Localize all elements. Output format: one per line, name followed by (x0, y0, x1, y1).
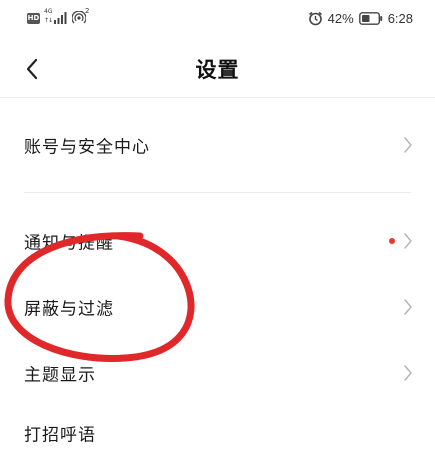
title-bar: 设置 (0, 40, 435, 98)
title-divider (0, 97, 435, 98)
status-bar-right: 42% 6:28 (308, 9, 413, 27)
data-arrows: ↑↓ (44, 17, 53, 24)
unread-dot (389, 238, 395, 244)
group-divider (24, 192, 411, 193)
battery-icon (358, 11, 382, 25)
menu-item-label: 账号与安全中心 (24, 137, 150, 158)
page-title: 设置 (195, 58, 240, 82)
chevron-right-icon (404, 365, 412, 381)
chevron-right-icon (404, 233, 412, 249)
clock: 6:28 (387, 10, 413, 26)
menu-item-theme[interactable]: 主题显示 (0, 343, 435, 403)
chevron-right-icon (404, 137, 412, 153)
status-bar-left: HD 4G ↑↓ 2 (27, 7, 90, 26)
menu-item-label: 打招呼语 (24, 425, 96, 446)
menu-item-block-filter[interactable]: 屏蔽与过滤 (0, 277, 435, 337)
menu-item-account-security[interactable]: 账号与安全中心 (0, 115, 435, 175)
network-indicator: 4G ↑↓ (44, 8, 68, 26)
menu-item-label: 通知与提醒 (24, 233, 114, 254)
menu-item-label: 主题显示 (24, 365, 96, 386)
alarm-icon (308, 11, 322, 25)
hotspot-icon: 2 (71, 7, 90, 26)
menu-item-notifications[interactable]: 通知与提醒 (0, 211, 435, 271)
hd-badge: HD (27, 12, 40, 24)
network-type-label: 4G (44, 8, 53, 15)
hotspot-count: 2 (85, 7, 90, 15)
status-bar: HD 4G ↑↓ 2 42% 6:28 (0, 0, 435, 36)
menu-item-label: 屏蔽与过滤 (24, 299, 114, 320)
chevron-right-icon (404, 299, 412, 315)
menu-item-greeting[interactable]: 打招呼语 (0, 408, 435, 458)
signal-icon (54, 12, 67, 24)
battery-percent: 42% (327, 10, 354, 26)
